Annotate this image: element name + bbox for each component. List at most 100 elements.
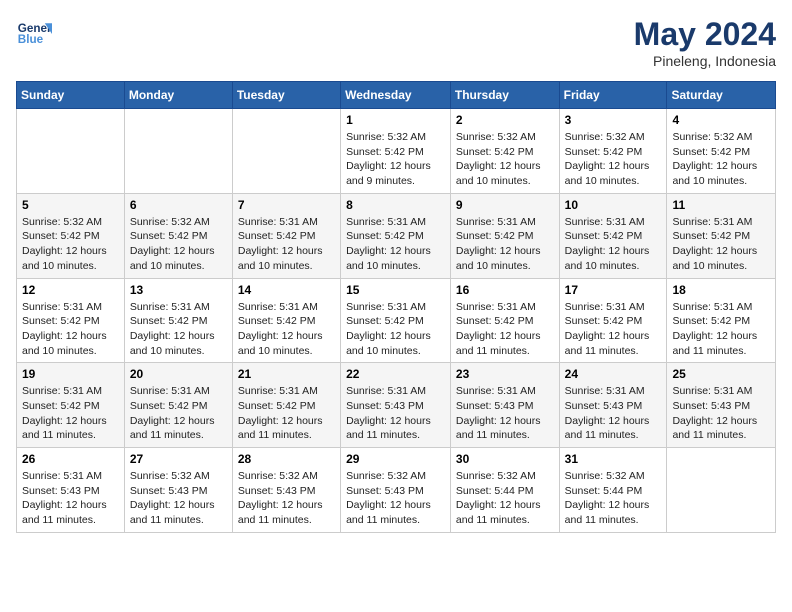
calendar-cell: 16 Sunrise: 5:31 AM Sunset: 5:42 PM Dayli… [450, 278, 559, 363]
calendar-cell [232, 109, 340, 194]
calendar-cell: 4 Sunrise: 5:32 AM Sunset: 5:42 PM Daylig… [667, 109, 776, 194]
svg-text:Blue: Blue [18, 33, 44, 46]
month-title: May 2024 [634, 16, 776, 53]
day-info: Sunrise: 5:32 AM Sunset: 5:43 PM Dayligh… [130, 469, 227, 528]
day-info: Sunrise: 5:31 AM Sunset: 5:42 PM Dayligh… [22, 300, 119, 359]
calendar-cell: 24Sunrise: 5:31 AM Sunset: 5:43 PM Dayli… [559, 363, 667, 448]
calendar-header-tuesday: Tuesday [232, 82, 340, 109]
day-info: Sunrise: 5:31 AM Sunset: 5:43 PM Dayligh… [456, 384, 554, 443]
day-info: Sunrise: 5:31 AM Sunset: 5:42 PM Dayligh… [456, 215, 554, 274]
day-number: 28 [238, 452, 335, 466]
calendar-week-row: 26 Sunrise: 5:31 AM Sunset: 5:43 PM Dayli… [17, 448, 776, 533]
day-number: 12 [22, 283, 119, 297]
day-info: Sunrise: 5:32 AM Sunset: 5:43 PM Dayligh… [346, 469, 445, 528]
calendar-cell: 31Sunrise: 5:32 AM Sunset: 5:44 PM Dayli… [559, 448, 667, 533]
day-info: Sunrise: 5:31 AM Sunset: 5:42 PM Dayligh… [346, 300, 445, 359]
day-info: Sunrise: 5:31 AM Sunset: 5:42 PM Dayligh… [346, 215, 445, 274]
day-number: 7 [238, 198, 335, 212]
calendar-header-row: SundayMondayTuesdayWednesdayThursdayFrid… [17, 82, 776, 109]
day-number: 2 [456, 113, 554, 127]
day-number: 22 [346, 367, 445, 381]
day-info: Sunrise: 5:31 AM Sunset: 5:42 PM Dayligh… [22, 384, 119, 443]
calendar-week-row: 5Sunrise: 5:32 AM Sunset: 5:42 PM Daylig… [17, 193, 776, 278]
calendar-cell: 14 Sunrise: 5:31 AM Sunset: 5:42 PM Dayli… [232, 278, 340, 363]
day-number: 23 [456, 367, 554, 381]
calendar-cell: 7 Sunrise: 5:31 AM Sunset: 5:42 PM Daylig… [232, 193, 340, 278]
calendar-cell: 29 Sunrise: 5:32 AM Sunset: 5:43 PM Dayli… [341, 448, 451, 533]
day-number: 13 [130, 283, 227, 297]
day-number: 21 [238, 367, 335, 381]
day-number: 26 [22, 452, 119, 466]
calendar-cell: 26 Sunrise: 5:31 AM Sunset: 5:43 PM Dayli… [17, 448, 125, 533]
page-header: General Blue May 2024 Pineleng, Indonesi… [16, 16, 776, 69]
calendar-cell: 12 Sunrise: 5:31 AM Sunset: 5:42 PM Dayli… [17, 278, 125, 363]
day-number: 25 [672, 367, 770, 381]
day-number: 27 [130, 452, 227, 466]
day-info: Sunrise: 5:32 AM Sunset: 5:42 PM Dayligh… [130, 215, 227, 274]
day-info: Sunrise: 5:32 AM Sunset: 5:44 PM Dayligh… [456, 469, 554, 528]
day-info: Sunrise: 5:32 AM Sunset: 5:42 PM Dayligh… [346, 130, 445, 189]
day-info: Sunrise: 5:31 AM Sunset: 5:43 PM Dayligh… [565, 384, 662, 443]
day-number: 9 [456, 198, 554, 212]
calendar-cell: 25 Sunrise: 5:31 AM Sunset: 5:43 PM Dayli… [667, 363, 776, 448]
day-info: Sunrise: 5:31 AM Sunset: 5:43 PM Dayligh… [346, 384, 445, 443]
day-info: Sunrise: 5:32 AM Sunset: 5:42 PM Dayligh… [565, 130, 662, 189]
calendar-week-row: 1 Sunrise: 5:32 AM Sunset: 5:42 PM Daylig… [17, 109, 776, 194]
day-number: 17 [565, 283, 662, 297]
location: Pineleng, Indonesia [634, 53, 776, 69]
day-info: Sunrise: 5:31 AM Sunset: 5:43 PM Dayligh… [672, 384, 770, 443]
day-number: 20 [130, 367, 227, 381]
day-info: Sunrise: 5:31 AM Sunset: 5:42 PM Dayligh… [672, 300, 770, 359]
day-number: 18 [672, 283, 770, 297]
day-number: 6 [130, 198, 227, 212]
calendar-cell: 30Sunrise: 5:32 AM Sunset: 5:44 PM Dayli… [450, 448, 559, 533]
day-info: Sunrise: 5:31 AM Sunset: 5:42 PM Dayligh… [130, 384, 227, 443]
calendar-cell: 13Sunrise: 5:31 AM Sunset: 5:42 PM Dayli… [124, 278, 232, 363]
calendar-cell: 2 Sunrise: 5:32 AM Sunset: 5:42 PM Daylig… [450, 109, 559, 194]
day-number: 19 [22, 367, 119, 381]
day-number: 14 [238, 283, 335, 297]
day-number: 11 [672, 198, 770, 212]
day-number: 8 [346, 198, 445, 212]
calendar-cell: 27 Sunrise: 5:32 AM Sunset: 5:43 PM Dayli… [124, 448, 232, 533]
calendar-cell: 21 Sunrise: 5:31 AM Sunset: 5:42 PM Dayli… [232, 363, 340, 448]
day-info: Sunrise: 5:31 AM Sunset: 5:42 PM Dayligh… [565, 215, 662, 274]
calendar-cell: 3 Sunrise: 5:32 AM Sunset: 5:42 PM Daylig… [559, 109, 667, 194]
calendar-header-monday: Monday [124, 82, 232, 109]
calendar-cell: 6 Sunrise: 5:32 AM Sunset: 5:42 PM Daylig… [124, 193, 232, 278]
day-info: Sunrise: 5:31 AM Sunset: 5:42 PM Dayligh… [238, 215, 335, 274]
calendar-cell: 22 Sunrise: 5:31 AM Sunset: 5:43 PM Dayli… [341, 363, 451, 448]
day-number: 29 [346, 452, 445, 466]
day-info: Sunrise: 5:31 AM Sunset: 5:42 PM Dayligh… [238, 300, 335, 359]
day-info: Sunrise: 5:32 AM Sunset: 5:42 PM Dayligh… [456, 130, 554, 189]
day-info: Sunrise: 5:32 AM Sunset: 5:42 PM Dayligh… [672, 130, 770, 189]
calendar-cell: 23 Sunrise: 5:31 AM Sunset: 5:43 PM Dayli… [450, 363, 559, 448]
calendar-cell: 19 Sunrise: 5:31 AM Sunset: 5:42 PM Dayli… [17, 363, 125, 448]
calendar-cell: 20 Sunrise: 5:31 AM Sunset: 5:42 PM Dayli… [124, 363, 232, 448]
calendar-cell [667, 448, 776, 533]
day-number: 4 [672, 113, 770, 127]
day-info: Sunrise: 5:31 AM Sunset: 5:43 PM Dayligh… [22, 469, 119, 528]
calendar-cell [124, 109, 232, 194]
day-info: Sunrise: 5:31 AM Sunset: 5:42 PM Dayligh… [238, 384, 335, 443]
calendar-cell: 28 Sunrise: 5:32 AM Sunset: 5:43 PM Dayli… [232, 448, 340, 533]
day-info: Sunrise: 5:31 AM Sunset: 5:42 PM Dayligh… [456, 300, 554, 359]
calendar-cell: 10Sunrise: 5:31 AM Sunset: 5:42 PM Dayli… [559, 193, 667, 278]
day-info: Sunrise: 5:32 AM Sunset: 5:44 PM Dayligh… [565, 469, 662, 528]
day-info: Sunrise: 5:32 AM Sunset: 5:43 PM Dayligh… [238, 469, 335, 528]
calendar-header-sunday: Sunday [17, 82, 125, 109]
calendar-cell: 8 Sunrise: 5:31 AM Sunset: 5:42 PM Daylig… [341, 193, 451, 278]
day-number: 3 [565, 113, 662, 127]
calendar-cell: 1 Sunrise: 5:32 AM Sunset: 5:42 PM Daylig… [341, 109, 451, 194]
calendar-week-row: 19 Sunrise: 5:31 AM Sunset: 5:42 PM Dayli… [17, 363, 776, 448]
calendar-cell: 5Sunrise: 5:32 AM Sunset: 5:42 PM Daylig… [17, 193, 125, 278]
day-info: Sunrise: 5:31 AM Sunset: 5:42 PM Dayligh… [672, 215, 770, 274]
calendar-header-thursday: Thursday [450, 82, 559, 109]
day-info: Sunrise: 5:32 AM Sunset: 5:42 PM Dayligh… [22, 215, 119, 274]
title-block: May 2024 Pineleng, Indonesia [634, 16, 776, 69]
calendar-cell: 17Sunrise: 5:31 AM Sunset: 5:42 PM Dayli… [559, 278, 667, 363]
day-number: 16 [456, 283, 554, 297]
day-number: 1 [346, 113, 445, 127]
logo-icon: General Blue [16, 16, 52, 52]
logo: General Blue [16, 16, 52, 52]
